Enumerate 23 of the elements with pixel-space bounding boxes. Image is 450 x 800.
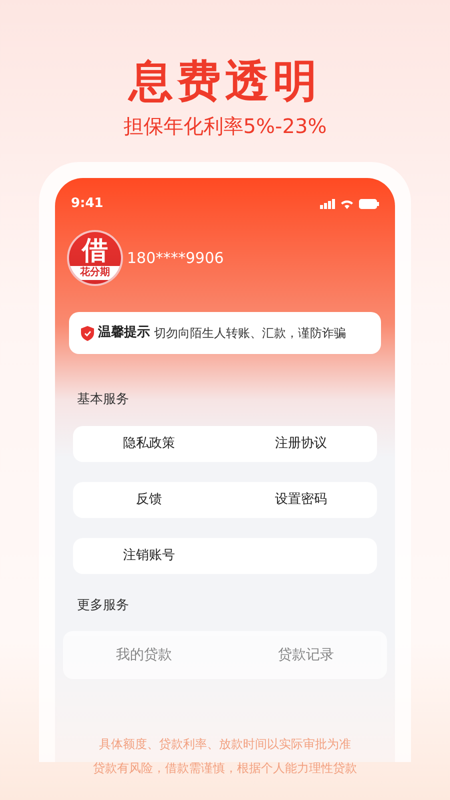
battery-icon: [359, 199, 379, 209]
menu-link[interactable]: 注销账号: [123, 546, 175, 566]
subheadline: 担保年化利率5%-23%: [123, 113, 327, 140]
section-title: 更多服务: [76, 596, 130, 614]
menu-link[interactable]: 贷款记录: [278, 644, 334, 666]
menu-link[interactable]: 我的贷款: [116, 644, 172, 666]
menu-link[interactable]: 设置密码: [275, 490, 327, 510]
logo-caption: 花分期: [69, 266, 121, 280]
shield-icon: [81, 326, 94, 340]
menu-link[interactable]: 反馈: [136, 490, 162, 510]
disclaimer-text: 具体额度、贷款利率、放款时间以实际审批为准: [99, 736, 351, 753]
phone-number: 180****9906: [127, 248, 224, 269]
logo-character: 借: [82, 236, 108, 266]
disclaimer-text: 贷款有风险，借款需谨慎，根据个人能力理性贷款: [93, 760, 357, 777]
status-time: 9:41: [71, 195, 104, 214]
menu-link[interactable]: 隐私政策: [123, 434, 175, 454]
notice-title: 温馨提示: [98, 324, 150, 342]
section-title: 基本服务: [76, 391, 130, 409]
headline: 息费透明: [129, 56, 321, 108]
menu-link[interactable]: 注册协议: [275, 434, 327, 454]
wifi-icon: [340, 199, 354, 209]
signal-icon: [320, 199, 335, 209]
notice-text: 切勿向陌生人转账、汇款，谨防诈骗: [154, 325, 346, 342]
